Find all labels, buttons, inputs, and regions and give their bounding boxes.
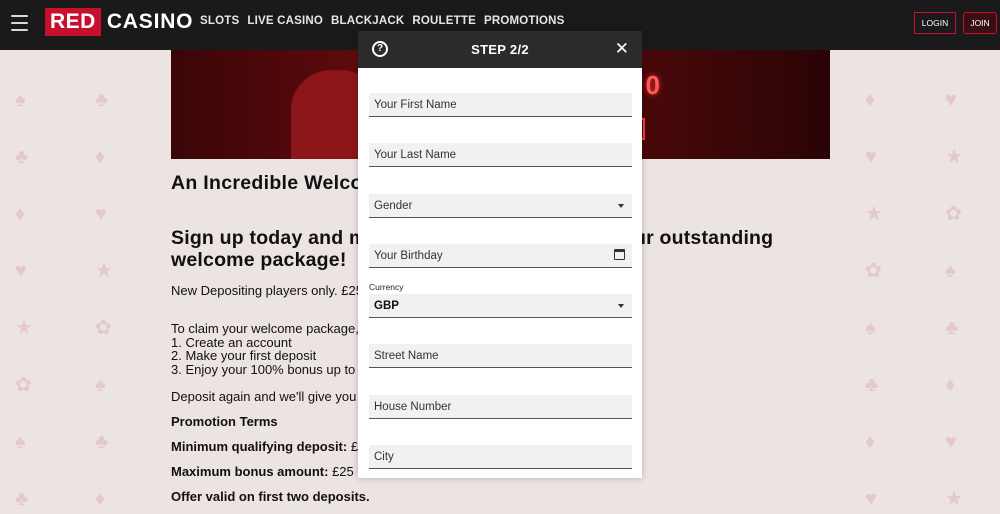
logo-red: RED [45,8,101,36]
pattern-icon: ♠ [95,374,106,396]
signup-heading-right: ur outstanding [634,227,774,249]
logo-casino: CASINO [106,10,194,33]
pattern-icon: ★ [865,203,883,225]
birthday-field-label: Your Birthday [374,250,443,262]
hero-neon-text: 0 [645,70,660,100]
pattern-icon: ♦ [15,203,26,225]
pattern-icon: ♦ [865,89,876,111]
pattern-icon: ★ [945,488,963,510]
pattern-icon: ♥ [95,203,107,225]
currency-select[interactable]: GBP [369,294,632,318]
pattern-icon: ✿ [945,203,962,225]
last-name-field[interactable]: Your Last Name [369,143,632,167]
chevron-down-icon [618,304,624,308]
signup-heading-line1: Sign up today and ma [171,227,378,249]
pattern-icon: ★ [95,260,113,282]
nav-slots[interactable]: SLOTS [200,15,239,27]
pattern-icon: ✿ [15,374,32,396]
step-3-text: 3. Enjoy your 100% bonus up to £2 [171,362,374,377]
street-name-field[interactable]: Street Name [369,344,632,368]
pattern-icon: ♥ [945,89,957,111]
modal-header: ? STEP 2/2 ✕ [358,31,642,68]
pattern-icon: ♣ [95,431,109,453]
house-number-field[interactable]: House Number [369,395,632,419]
pattern-icon: ★ [15,317,33,339]
pattern-icon: ♦ [945,374,956,396]
pattern-icon: ♣ [15,146,29,168]
pattern-icon: ♠ [15,431,26,453]
pattern-icon: ♣ [945,317,959,339]
max-bonus-label: Maximum bonus amount: [171,464,329,479]
min-deposit-row: Minimum qualifying deposit: £20 [171,439,373,454]
pattern-icon: ♦ [865,431,876,453]
claim-intro-text: To claim your welcome package, [171,321,359,336]
pattern-icon: ♠ [945,260,956,282]
main-nav: SLOTS LIVE CASINO BLACKJACK ROULETTE PRO… [200,15,565,27]
first-name-field[interactable]: Your First Name [369,93,632,117]
currency-label: Currency [369,282,404,292]
menu-icon[interactable] [11,15,28,31]
pattern-icon: ♥ [865,488,877,510]
signup-heading: Sign up today and ma welcome package! [171,227,378,271]
max-bonus-value: £25 [332,464,354,479]
min-deposit-label: Minimum qualifying deposit: [171,439,348,454]
pattern-icon: ♣ [865,374,879,396]
pattern-icon: ★ [945,146,963,168]
promotion-terms-heading: Promotion Terms [171,414,278,429]
calendar-icon[interactable] [614,249,625,260]
nav-blackjack[interactable]: BLACKJACK [331,15,404,27]
currency-select-value: GBP [374,300,399,312]
gender-select[interactable]: Gender [369,194,632,218]
max-bonus-row: Maximum bonus amount: £25 [171,464,354,479]
city-field[interactable]: City [369,445,632,469]
close-icon[interactable]: ✕ [615,39,629,59]
join-button[interactable]: JOIN [963,12,997,34]
nav-roulette[interactable]: ROULETTE [412,15,476,27]
offer-valid-text: Offer valid on first two deposits. [171,489,370,504]
new-depositing-text: New Depositing players only. £25 [171,283,363,298]
pattern-icon: ♣ [95,89,109,111]
pattern-icon: ✿ [95,317,112,339]
pattern-icon: ♦ [95,146,106,168]
pattern-icon: ♠ [15,89,26,111]
welcome-heading: An Incredible Welcom [171,172,381,194]
pattern-icon: ♥ [865,146,877,168]
deposit-again-text: Deposit again and we'll give you ! [171,389,364,404]
step-2-text: 2. Make your first deposit [171,348,317,363]
chevron-down-icon [618,204,624,208]
nav-promotions[interactable]: PROMOTIONS [484,15,565,27]
pattern-icon: ♣ [15,488,29,510]
pattern-icon: ♥ [15,260,27,282]
nav-live-casino[interactable]: LIVE CASINO [247,15,323,27]
modal-title: STEP 2/2 [471,42,529,57]
pattern-icon: ♥ [945,431,957,453]
login-button[interactable]: LOGIN [914,12,956,34]
signup-heading-line2: welcome package! [171,249,347,271]
pattern-icon: ♦ [95,488,106,510]
pattern-icon: ♠ [865,317,876,339]
gender-select-label: Gender [374,200,413,212]
site-logo[interactable]: RED CASINO [45,7,193,37]
registration-modal: ? STEP 2/2 ✕ Your First Name Your Last N… [358,31,642,478]
pattern-icon: ✿ [865,260,882,282]
birthday-field[interactable]: Your Birthday [369,244,632,268]
